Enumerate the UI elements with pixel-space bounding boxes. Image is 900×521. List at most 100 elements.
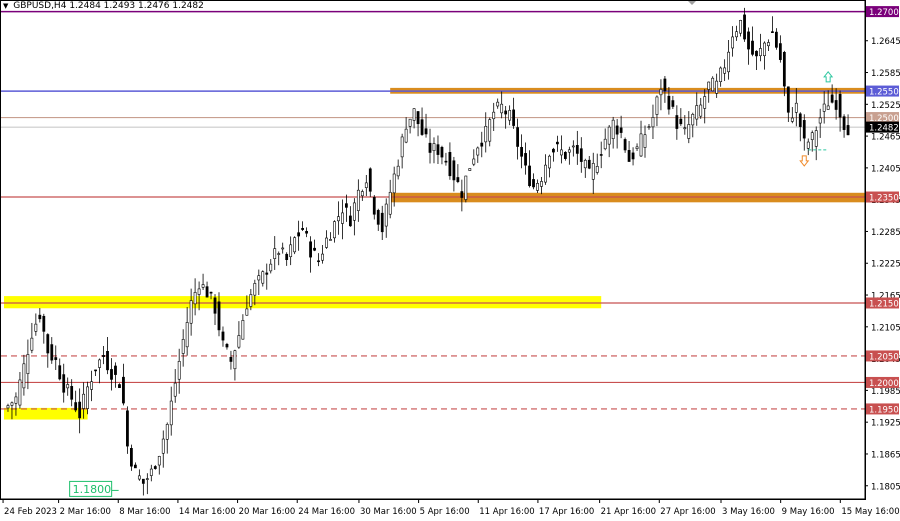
candle-body <box>627 150 631 162</box>
candle-body <box>571 145 575 148</box>
candle-body <box>830 94 834 103</box>
candle-body <box>496 101 500 107</box>
candle-body <box>345 203 348 208</box>
candle-body <box>695 105 699 120</box>
candle-body <box>504 110 508 115</box>
candle-body <box>6 405 10 409</box>
candle-body <box>444 160 448 163</box>
candle-body <box>774 31 778 48</box>
candle-body <box>277 253 281 255</box>
candle-body <box>209 291 213 294</box>
candle-body <box>563 151 567 159</box>
up-arrow-icon <box>823 71 834 83</box>
candle-body <box>822 103 826 112</box>
candle-body <box>810 132 814 140</box>
x-tick-label: 8 Mar 16:00 <box>119 507 170 517</box>
candle-body <box>607 126 611 145</box>
candle-body <box>691 114 695 126</box>
candle-body <box>118 384 121 389</box>
candle-body <box>404 128 408 143</box>
candle-body <box>317 260 320 263</box>
candle-body <box>237 335 241 348</box>
candle-body <box>153 466 157 469</box>
candle-body <box>392 173 396 194</box>
candle-body <box>145 478 149 480</box>
candle-body <box>456 177 460 182</box>
candle-body <box>329 239 332 241</box>
candle-body <box>285 253 289 260</box>
candle-body <box>313 247 316 251</box>
candle-body <box>556 141 559 145</box>
candle-body <box>643 134 647 148</box>
candle-body <box>74 402 78 411</box>
candle-body <box>26 354 30 375</box>
candle-body <box>114 365 117 375</box>
y-tick-label: 1.2285 <box>871 228 900 238</box>
candle-body <box>452 160 456 181</box>
candle-body <box>711 77 715 92</box>
x-tick-label: 3 May 16:00 <box>722 507 775 517</box>
candle-body <box>567 149 571 153</box>
candle-body <box>639 133 643 157</box>
candle-body <box>368 168 372 192</box>
candle-body <box>22 363 26 389</box>
candle-body <box>786 86 790 113</box>
candle-body <box>751 40 754 55</box>
candle-body <box>213 297 217 314</box>
y-tick-label: 1.2405 <box>871 164 900 174</box>
candle-body <box>126 410 129 447</box>
candle-body <box>273 248 277 260</box>
candle-body <box>94 369 97 372</box>
candle-body <box>289 244 293 258</box>
candle-body <box>536 183 539 191</box>
candle-body <box>532 179 535 188</box>
level-label-1.2050: 1.2050 <box>869 352 899 362</box>
candle-body <box>739 19 742 34</box>
candle-body <box>671 100 675 107</box>
candle-body <box>683 127 687 130</box>
candle-body <box>707 81 711 90</box>
level-label-1.2550: 1.2550 <box>869 88 899 98</box>
candle-body <box>102 355 105 357</box>
candle-body <box>436 144 440 155</box>
candle-body <box>703 96 707 109</box>
candle-body <box>297 232 301 237</box>
candle-body <box>846 125 850 136</box>
x-tick-label: 17 Apr 16:00 <box>539 507 594 517</box>
candle-body <box>281 247 285 250</box>
x-tick-label: 2 Mar 16:00 <box>60 507 111 517</box>
candle-body <box>360 191 364 197</box>
candle-body <box>591 163 595 180</box>
candle-body <box>372 197 376 215</box>
candle-body <box>388 191 392 215</box>
x-tick-label: 21 Apr 16:00 <box>601 507 656 517</box>
candle-body <box>468 168 472 171</box>
candle-body <box>34 323 38 332</box>
candle-body <box>603 138 607 150</box>
candle-body <box>245 308 249 316</box>
candle-body <box>82 393 86 409</box>
level-label-1.2150: 1.2150 <box>869 299 899 309</box>
x-tick-label: 30 Mar 16:00 <box>360 507 417 517</box>
candle-body <box>46 334 50 354</box>
candle-body <box>540 181 543 187</box>
candle-body <box>356 189 360 211</box>
x-tick-label: 11 Apr 16:00 <box>479 507 534 517</box>
candle-body <box>309 241 312 258</box>
chart-root: ▼ GBPUSD,H4 1.2484 1.2493 1.2476 1.2482 … <box>0 0 900 521</box>
y-tick-label: 1.2525 <box>871 101 900 111</box>
candle-body <box>157 456 161 466</box>
candle-body <box>416 111 420 125</box>
x-tick-label: 20 Mar 16:00 <box>239 507 296 517</box>
candle-body <box>396 165 400 177</box>
candle-body <box>149 468 153 476</box>
candle-body <box>400 136 404 158</box>
candle-body <box>249 294 253 307</box>
candle-body <box>18 379 22 406</box>
candle-body <box>575 145 579 154</box>
down-arrow-icon <box>799 155 810 167</box>
candle-body <box>782 51 786 87</box>
candle-body <box>70 386 74 400</box>
level-label-1.2350: 1.2350 <box>869 194 899 204</box>
candle-body <box>14 396 18 404</box>
